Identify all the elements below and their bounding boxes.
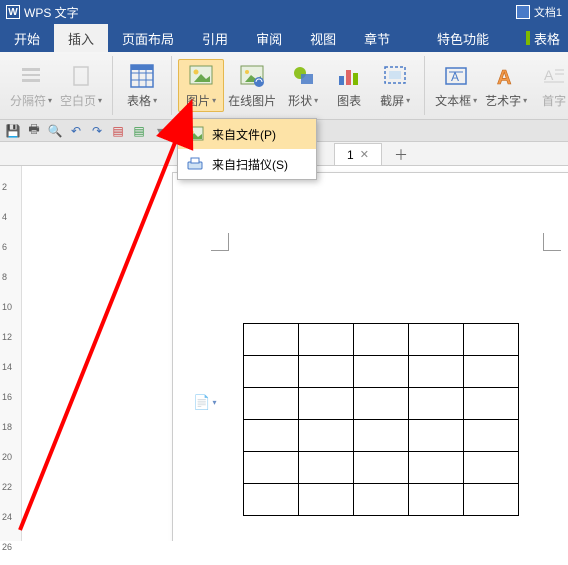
online-picture-label: 在线图片 [228, 92, 276, 109]
vertical-ruler[interactable]: 2 4 6 8 10 12 14 16 18 20 22 24 26 [0, 142, 22, 541]
dropcap-button[interactable]: A 首字 [531, 60, 568, 111]
textbox-label: 文本框 [435, 92, 471, 109]
picture-label: 图片 [186, 92, 210, 109]
qat-save-icon[interactable]: 💾 [4, 122, 22, 140]
vruler-tick: 24 [2, 512, 12, 522]
paste-options-icon[interactable]: 📄▾ [193, 393, 209, 411]
table-label: 表格 [127, 92, 151, 109]
doc-name-title: 文档1 [534, 4, 562, 20]
vruler-tick: 16 [2, 392, 12, 402]
vruler-tick: 20 [2, 452, 12, 462]
vruler-tick: 2 [2, 182, 7, 192]
picture-dropdown: 来自文件(P) 来自扫描仪(S) [177, 118, 317, 180]
wordart-icon: A [492, 62, 520, 90]
wps-logo-icon: W [6, 5, 20, 19]
vruler-tick: 12 [2, 332, 12, 342]
wordart-label: 艺术字 [485, 92, 521, 109]
menubar: 开始 插入 页面布局 引用 审阅 视图 章节 特色功能 表格 [0, 24, 568, 52]
workspace: 2 4 6 8 10 12 14 16 18 20 22 24 26 16 18… [0, 142, 568, 541]
menu-context-table[interactable]: 表格 [534, 29, 560, 48]
wordart-button[interactable]: A 艺术字▾ [481, 60, 531, 111]
screenshot-button[interactable]: 截屏▾ [372, 60, 418, 111]
vruler-tick: 8 [2, 272, 7, 282]
menu-review[interactable]: 审阅 [242, 24, 296, 52]
ribbon: 分隔符▾ 空白页▾ 表格▾ 图片▾ 在线图片 [0, 52, 568, 120]
context-indicator-icon [526, 31, 530, 45]
separator-button[interactable]: 分隔符▾ [6, 60, 56, 111]
doc-tab-label: 1 [347, 148, 354, 162]
separator-icon [17, 62, 45, 90]
online-picture-button[interactable]: 在线图片 [224, 60, 280, 111]
vruler-tick: 14 [2, 362, 12, 372]
vruler-tick: 10 [2, 302, 12, 312]
menu-sections[interactable]: 章节 [350, 24, 404, 52]
vruler-tick: 4 [2, 212, 7, 222]
screenshot-icon [381, 62, 409, 90]
dropcap-label: 首字 [542, 92, 566, 109]
document-area[interactable]: 16 18 20 22 24 26 28 30 32 📄▾ [22, 142, 568, 541]
picture-button[interactable]: 图片▾ [178, 59, 224, 112]
shapes-icon [289, 62, 317, 90]
content-table[interactable] [243, 323, 519, 516]
picture-file-icon [186, 125, 204, 143]
close-icon[interactable]: ✕ [360, 148, 369, 161]
from-scanner-label: 来自扫描仪(S) [212, 156, 288, 173]
picture-icon [187, 62, 215, 90]
app-name: WPS 文字 [24, 4, 79, 21]
margin-corner-icon [211, 233, 229, 251]
chart-button[interactable]: 图表 [326, 60, 372, 111]
textbox-button[interactable]: A 文本框▾ [431, 60, 481, 111]
document-icon [516, 5, 530, 19]
menu-view[interactable]: 视图 [296, 24, 350, 52]
qat-preview-icon[interactable]: 🔍 [46, 122, 64, 140]
table-button[interactable]: 表格▾ [119, 60, 165, 111]
document-page[interactable]: 📄▾ [172, 172, 568, 541]
from-file-label: 来自文件(P) [212, 126, 276, 143]
table-icon [128, 62, 156, 90]
dropcap-icon: A [540, 62, 568, 90]
add-tab-button[interactable]: ＋ [388, 145, 414, 165]
menu-page-layout[interactable]: 页面布局 [108, 24, 188, 52]
menu-references[interactable]: 引用 [188, 24, 242, 52]
vruler-tick: 22 [2, 482, 12, 492]
vruler-tick: 26 [2, 542, 12, 552]
scanner-icon [186, 155, 204, 173]
shapes-button[interactable]: 形状▾ [280, 60, 326, 111]
textbox-icon: A [442, 62, 470, 90]
qat-more-icon[interactable]: ▾ [151, 122, 169, 140]
vruler-tick: 6 [2, 242, 7, 252]
menu-start[interactable]: 开始 [0, 24, 54, 52]
document-tab[interactable]: 1 ✕ [334, 143, 382, 165]
chart-icon [335, 62, 363, 90]
vruler-tick: 18 [2, 422, 12, 432]
blank-page-label: 空白页 [60, 92, 96, 109]
qat-pdf-icon[interactable]: ▤ [109, 122, 127, 140]
svg-text:A: A [497, 67, 511, 88]
online-picture-icon [238, 62, 266, 90]
screenshot-label: 截屏 [380, 92, 404, 109]
qat-redo-icon[interactable]: ↷ [88, 122, 106, 140]
qat-print-icon[interactable]: 🖶 [25, 122, 43, 140]
blank-page-button[interactable]: 空白页▾ [56, 60, 106, 111]
margin-corner-icon [543, 233, 561, 251]
menu-insert[interactable]: 插入 [54, 24, 108, 52]
menu-feature[interactable]: 特色功能 [437, 29, 489, 48]
blank-page-icon [67, 62, 95, 90]
qat-undo-icon[interactable]: ↶ [67, 122, 85, 140]
separator-label: 分隔符 [10, 92, 46, 109]
svg-text:A: A [544, 67, 554, 83]
from-scanner-item[interactable]: 来自扫描仪(S) [178, 149, 316, 179]
chart-label: 图表 [337, 92, 361, 109]
qat-export-icon[interactable]: ▤ [130, 122, 148, 140]
shapes-label: 形状 [288, 92, 312, 109]
titlebar: W WPS 文字 文档1 [0, 0, 568, 24]
from-file-item[interactable]: 来自文件(P) [178, 119, 316, 149]
